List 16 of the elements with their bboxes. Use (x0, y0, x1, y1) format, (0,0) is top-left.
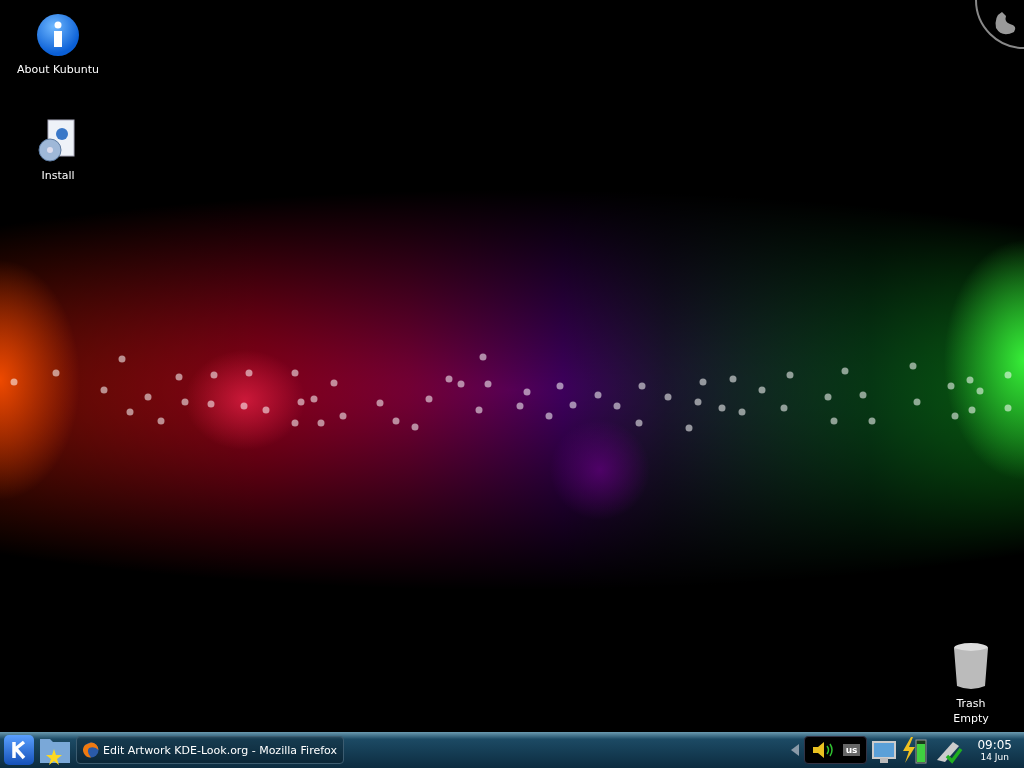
icon-label[interactable]: Install (41, 168, 75, 183)
trash-can-icon[interactable] (953, 642, 989, 690)
clock-date: 14 Jun (980, 752, 1009, 762)
installer-box-icon (38, 118, 78, 162)
clock[interactable]: 09:05 14 Jun (967, 738, 1020, 762)
clock-time: 09:05 (977, 738, 1012, 752)
icon-label[interactable]: About Kubuntu (17, 62, 99, 77)
info-icon (37, 14, 79, 56)
battery-charging-icon[interactable] (901, 736, 930, 764)
icon-label[interactable]: Trash (956, 696, 986, 711)
keyboard-layout-indicator[interactable]: us (842, 744, 861, 756)
expand-arrow-icon[interactable] (789, 743, 800, 757)
taskbar-task[interactable]: Edit Artwork KDE-Look.org - Mozilla Firefox (76, 736, 344, 764)
browser-globe-icon (83, 742, 99, 758)
trash-status: Empty (953, 711, 989, 726)
application-menu-button[interactable] (4, 735, 34, 765)
